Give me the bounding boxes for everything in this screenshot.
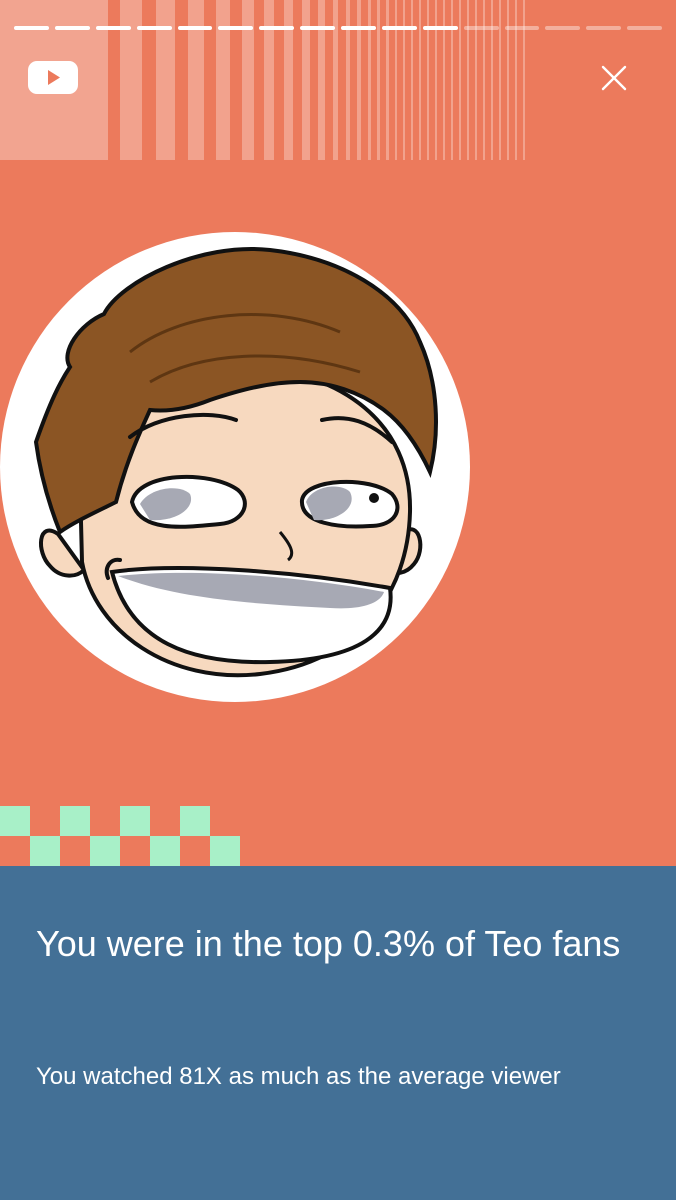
stripe <box>419 0 422 160</box>
stripe <box>467 0 470 160</box>
stripe <box>377 0 381 160</box>
stripe <box>187 0 205 160</box>
checker-square <box>120 806 150 836</box>
stripe <box>499 0 502 160</box>
stripe <box>435 0 438 160</box>
stripe <box>507 0 510 160</box>
progress-segment <box>545 26 581 30</box>
close-icon[interactable] <box>596 60 632 96</box>
checker-square <box>90 836 120 866</box>
stripe <box>443 0 446 160</box>
decorative-stripes <box>0 0 676 160</box>
progress-segment <box>54 26 90 30</box>
stripe <box>264 0 275 160</box>
stripe <box>332 0 339 160</box>
progress-segment <box>136 26 172 30</box>
stripe <box>483 0 486 160</box>
stripe <box>491 0 494 160</box>
progress-segment <box>504 26 540 30</box>
stripe <box>284 0 294 160</box>
progress-segment <box>341 26 376 30</box>
stripe <box>411 0 414 160</box>
stripe <box>241 0 254 160</box>
decorative-checker <box>0 806 240 866</box>
checker-square <box>30 836 60 866</box>
checker-square <box>0 806 30 836</box>
story-card: You were in the top 0.3% of Teo fans You… <box>0 0 676 1200</box>
youtube-play-icon <box>28 61 78 94</box>
info-panel: You were in the top 0.3% of Teo fans You… <box>0 866 676 1200</box>
stripe <box>120 0 142 160</box>
stripe <box>318 0 325 160</box>
stripe <box>427 0 430 160</box>
progress-segment <box>259 26 295 30</box>
stripe <box>459 0 462 160</box>
progress-segment <box>300 26 335 30</box>
stripe <box>367 0 372 160</box>
stripe <box>395 0 398 160</box>
progress-segment <box>627 26 662 30</box>
progress-segment <box>218 26 254 30</box>
progress-segment <box>381 26 417 30</box>
checker-square <box>210 836 240 866</box>
story-progress-bar <box>14 26 662 30</box>
stripe <box>357 0 362 160</box>
checker-square <box>150 836 180 866</box>
stripe <box>386 0 390 160</box>
avatar <box>0 232 470 702</box>
checker-square <box>60 806 90 836</box>
stripe <box>216 0 231 160</box>
progress-segment <box>422 26 458 30</box>
headline: You were in the top 0.3% of Teo fans <box>36 923 621 964</box>
stripe <box>515 0 518 160</box>
stripe <box>403 0 406 160</box>
progress-segment <box>14 26 49 30</box>
stripe <box>156 0 175 160</box>
stripe <box>302 0 310 160</box>
stripe <box>475 0 478 160</box>
progress-segment <box>95 26 131 30</box>
subtext: You watched 81X as much as the average v… <box>36 1063 561 1090</box>
progress-segment <box>177 26 213 30</box>
stripe <box>345 0 351 160</box>
progress-segment <box>586 26 622 30</box>
stripe <box>523 0 526 160</box>
checker-square <box>180 806 210 836</box>
progress-segment <box>463 26 499 30</box>
stripe <box>451 0 454 160</box>
